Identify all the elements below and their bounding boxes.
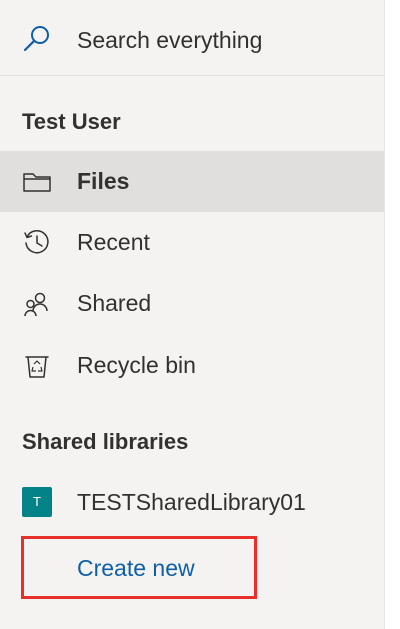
folder-icon: [22, 167, 52, 197]
nav-item-files[interactable]: Files: [0, 151, 384, 212]
create-new-label: Create new: [77, 555, 195, 581]
nav-item-recycle-bin-label: Recycle bin: [77, 352, 196, 378]
search-placeholder: Search everything: [77, 27, 263, 53]
left-navigation-pane: Search everything Test User Files Recent: [0, 0, 385, 629]
shared-libraries-title: Shared libraries: [22, 429, 189, 454]
nav-item-recent-label: Recent: [77, 229, 150, 255]
library-badge: T: [22, 487, 52, 517]
people-icon: [22, 289, 52, 319]
search-box[interactable]: Search everything: [0, 0, 384, 76]
library-label: TESTSharedLibrary01: [77, 489, 306, 515]
nav-item-shared-label: Shared: [77, 290, 152, 316]
nav-item-recent[interactable]: Recent: [0, 212, 384, 273]
recycle-bin-icon: [22, 351, 52, 381]
search-icon: [22, 24, 52, 54]
library-item-testsharedlibrary01[interactable]: T TESTSharedLibrary01: [0, 476, 384, 528]
nav-item-recycle-bin[interactable]: Recycle bin: [0, 335, 384, 396]
history-icon: [22, 228, 52, 258]
create-new-library-link[interactable]: Create new: [21, 536, 257, 599]
user-section-title: Test User: [22, 109, 121, 134]
nav-item-shared[interactable]: Shared: [0, 273, 384, 334]
nav-item-files-label: Files: [77, 168, 130, 194]
